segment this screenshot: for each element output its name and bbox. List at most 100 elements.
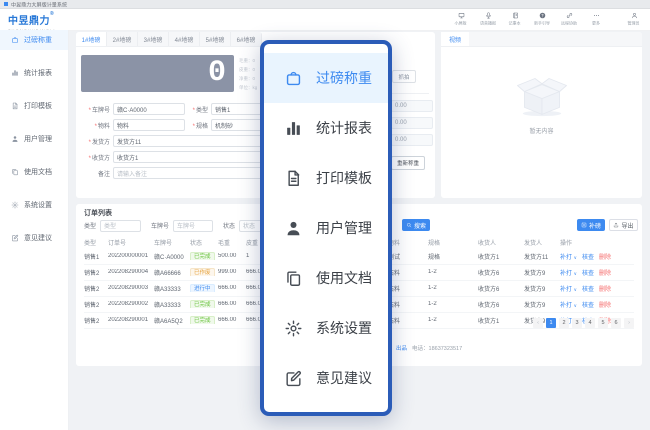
- page-button[interactable]: 2: [559, 318, 569, 328]
- export-button[interactable]: 导出: [609, 219, 638, 231]
- filter-input-type[interactable]: 类型: [100, 220, 141, 232]
- table-cell: 发货方9: [524, 300, 560, 309]
- check-link[interactable]: 核查: [582, 271, 594, 277]
- menu-item-docs[interactable]: 使用文档: [264, 253, 388, 303]
- admin-user-button[interactable]: 管理员: [624, 12, 644, 27]
- form-input[interactable]: 发货方11: [113, 135, 262, 147]
- page-button[interactable]: 6: [611, 318, 621, 328]
- table-cell: 补打 ∨ 核查删除: [560, 300, 634, 309]
- sidebar-item-print-templates[interactable]: 打印模板: [0, 96, 68, 116]
- sidebar-item-settings[interactable]: 系统设置: [0, 195, 68, 215]
- sidebar-nav: 过磅称重统计报表打印模板用户管理使用文档系统设置意见建议: [0, 30, 69, 430]
- form-row: 发货方发货方11: [81, 135, 262, 147]
- form-row: 物料物料 规格机制砂: [81, 119, 262, 131]
- makeup-weigh-button[interactable]: 补磅: [577, 219, 605, 231]
- form-label: 类型: [185, 105, 211, 114]
- menu-item-users[interactable]: 用户管理: [264, 203, 388, 253]
- sidebar-item-feedback[interactable]: 意见建议: [0, 228, 68, 248]
- user-icon: [284, 219, 303, 238]
- table-cell: 销售2: [84, 268, 108, 277]
- form-label: 车牌号: [81, 105, 113, 114]
- check-link[interactable]: 核查: [582, 303, 594, 309]
- column-header: 车牌号: [154, 238, 190, 247]
- page-button[interactable]: 1: [546, 318, 556, 328]
- search-button[interactable]: 搜索: [402, 219, 430, 231]
- check-link[interactable]: 核查: [582, 287, 594, 293]
- menu-item-feedback[interactable]: 意见建议: [264, 353, 388, 403]
- delete-link[interactable]: 删除: [599, 287, 611, 293]
- sidebar-item-users[interactable]: 用户管理: [0, 129, 68, 149]
- footer-link[interactable]: 出品: [396, 346, 407, 352]
- tool-label: 记事本: [509, 21, 521, 27]
- delete-link[interactable]: 删除: [599, 271, 611, 277]
- table-cell: 石料: [388, 300, 428, 309]
- sidebar-item-docs[interactable]: 使用文档: [0, 162, 68, 182]
- tab-scale-6[interactable]: 6#地磅: [231, 32, 262, 46]
- tab-scale-3[interactable]: 3#地磅: [138, 32, 169, 46]
- scale-tabs: 1#地磅2#地磅3#地磅4#地磅5#地磅6#地磅: [76, 32, 262, 47]
- tool-label: 远程协助: [561, 21, 577, 27]
- tool-beginner-guide[interactable]: 新手引导: [532, 12, 552, 27]
- tool-mini-screen[interactable]: 小屏版: [451, 12, 471, 27]
- docs-icon: [284, 269, 303, 288]
- snapshot-button[interactable]: 抓拍: [392, 70, 416, 83]
- filter-label-status: 状态: [223, 221, 235, 230]
- reprint-link[interactable]: 补打 ∨: [560, 287, 577, 293]
- menu-item-settings[interactable]: 系统设置: [264, 303, 388, 353]
- tab-scale-5[interactable]: 5#地磅: [200, 32, 231, 46]
- delete-link[interactable]: 删除: [599, 303, 611, 309]
- sidebar-item-label: 意见建议: [24, 233, 52, 243]
- chart-icon: [11, 69, 19, 77]
- form-input[interactable]: 物料: [113, 119, 185, 131]
- filter-label-plate: 车牌号: [151, 221, 169, 230]
- form-input[interactable]: 收货方1: [113, 151, 262, 163]
- table-cell: 666.00: [218, 285, 246, 291]
- tab-scale-1[interactable]: 1#地磅: [76, 32, 107, 46]
- tab-scale-2[interactable]: 2#地磅: [107, 32, 138, 46]
- form-input[interactable]: 销售1: [211, 103, 262, 115]
- tab-scale-4[interactable]: 4#地磅: [169, 32, 200, 46]
- sidebar-item-label: 用户管理: [24, 134, 52, 144]
- feedback-icon: [284, 369, 303, 388]
- check-link[interactable]: 核查: [582, 255, 594, 261]
- sidebar-item-label: 过磅称重: [24, 35, 52, 45]
- table-cell: 收货方6: [478, 268, 524, 277]
- table-cell: 666.00: [218, 317, 246, 323]
- tool-voice-broadcast[interactable]: 语音播报: [478, 12, 498, 27]
- tool-remote-assist[interactable]: 远程协助: [559, 12, 579, 27]
- column-header: 状态: [190, 238, 218, 247]
- delete-link[interactable]: 删除: [599, 255, 611, 261]
- menu-item-label: 系统设置: [316, 318, 372, 338]
- table-cell: 补打 ∨ 核查删除: [560, 284, 634, 293]
- weight-display: 0: [81, 55, 234, 92]
- reprint-link[interactable]: 补打 ∨: [560, 303, 577, 309]
- reweigh-button[interactable]: 重新称重: [391, 156, 425, 170]
- menu-item-print-templates[interactable]: 打印模板: [264, 153, 388, 203]
- form-input[interactable]: 机制砂: [211, 119, 262, 131]
- reprint-link[interactable]: 补打 ∨: [560, 255, 577, 261]
- tool-notepad[interactable]: 记事本: [505, 12, 525, 27]
- page-button[interactable]: 3: [572, 318, 582, 328]
- tool-more[interactable]: 更多: [586, 12, 606, 27]
- page-button[interactable]: 4: [585, 318, 595, 328]
- prev-page-button[interactable]: ‹: [533, 318, 543, 328]
- menu-item-label: 过磅称重: [316, 68, 372, 88]
- form-input[interactable]: 请输入备注: [113, 167, 262, 179]
- table-cell: 已完成: [190, 316, 218, 324]
- menu-item-weigh[interactable]: 过磅称重: [264, 53, 388, 103]
- form-input[interactable]: 赣C·A0000: [113, 103, 185, 115]
- filter-input-plate[interactable]: 车牌号: [173, 220, 213, 232]
- table-cell: 收货方6: [478, 300, 524, 309]
- table-cell: 已完成: [190, 300, 218, 308]
- table-cell: 补打 ∨ 核查删除: [560, 268, 634, 277]
- sidebar-item-reports[interactable]: 统计报表: [0, 63, 68, 83]
- reprint-link[interactable]: 补打 ∨: [560, 271, 577, 277]
- table-cell: 202208290003: [108, 285, 154, 291]
- tab-video[interactable]: 视频: [441, 32, 469, 46]
- sidebar-item-weigh[interactable]: 过磅称重: [0, 30, 68, 50]
- next-page-button[interactable]: ›: [624, 318, 634, 328]
- monitor-icon: [458, 12, 465, 19]
- menu-item-reports[interactable]: 统计报表: [264, 103, 388, 153]
- search-icon: [406, 222, 412, 228]
- page-button[interactable]: 5: [598, 318, 608, 328]
